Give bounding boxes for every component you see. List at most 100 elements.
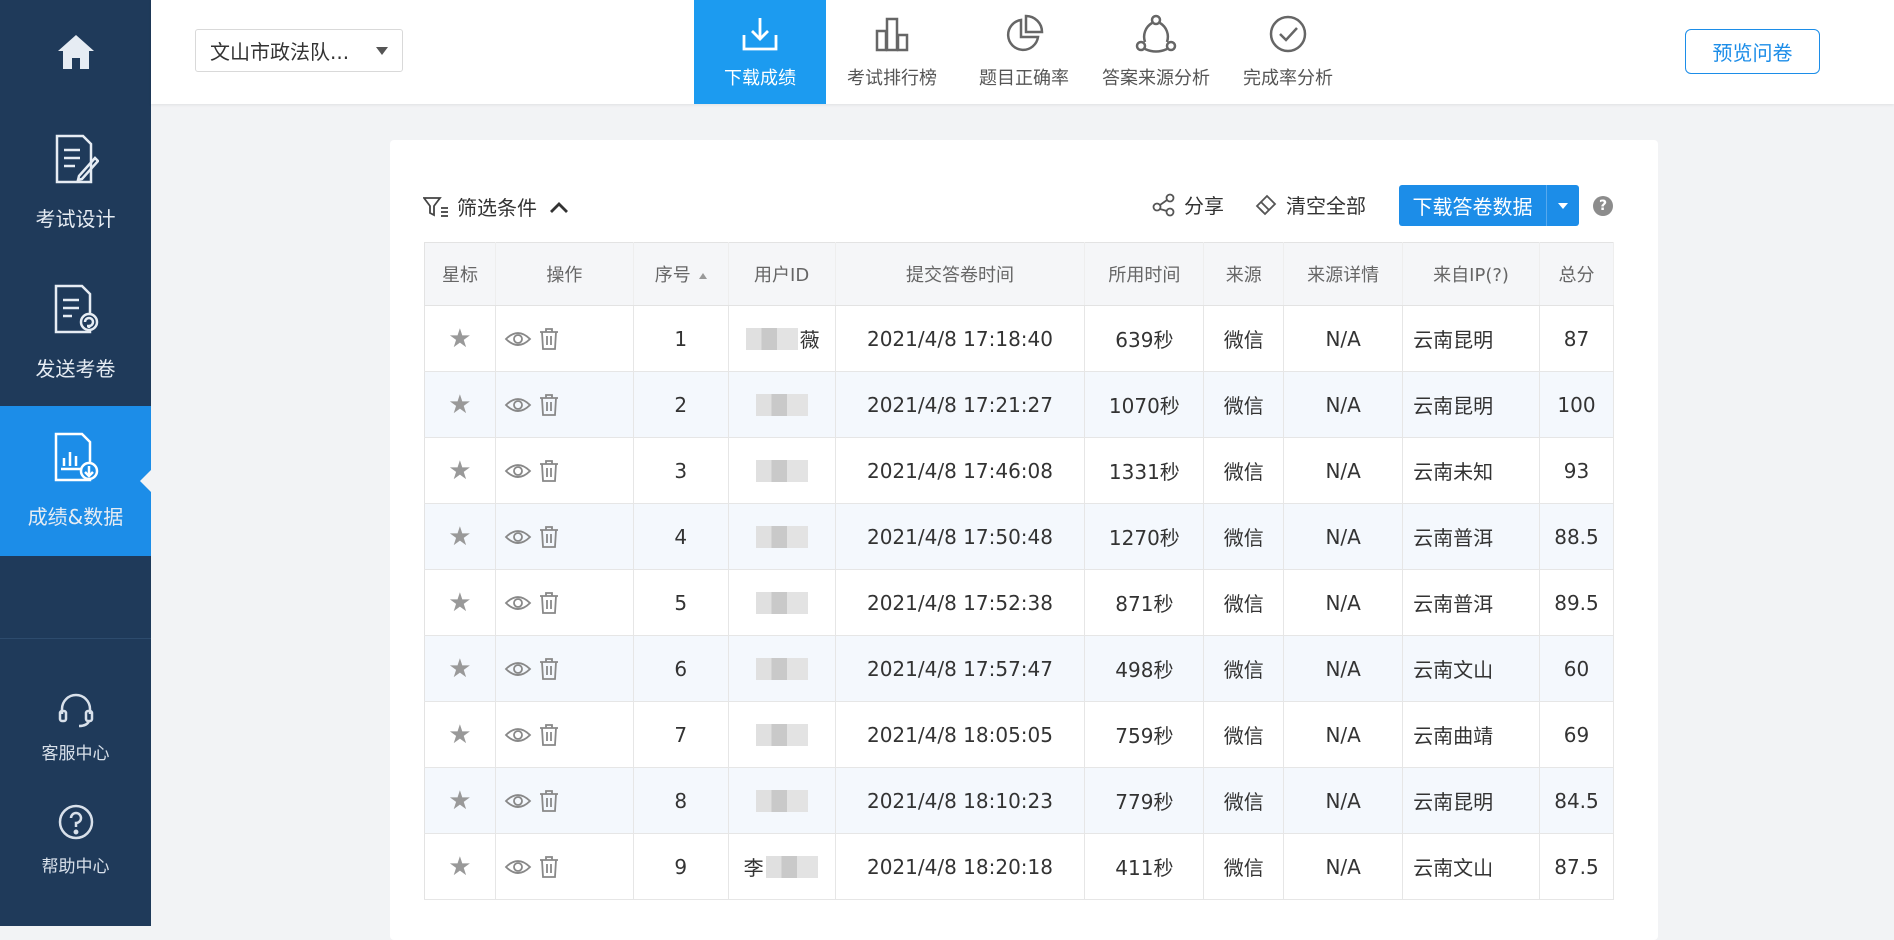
user-id-cell (728, 701, 836, 768)
view-eye-icon[interactable] (504, 329, 532, 349)
source-cell: 微信 (1203, 833, 1285, 900)
tab-download-scores[interactable]: 下载成绩 (694, 0, 826, 104)
star-cell: ★ (424, 701, 496, 768)
preview-questionnaire-button[interactable]: 预览问卷 (1685, 29, 1820, 74)
home-button[interactable] (0, 0, 151, 104)
download-icon (740, 14, 780, 54)
delete-trash-icon[interactable] (538, 657, 560, 681)
view-eye-icon[interactable] (504, 857, 532, 877)
tab-completion-rate-analysis[interactable]: 完成率分析 (1222, 0, 1354, 104)
download-answers-button[interactable]: 下载答卷数据 (1399, 185, 1546, 226)
total-score-cell: 84.5 (1539, 767, 1614, 834)
download-options-dropdown[interactable] (1546, 185, 1579, 226)
actions-cell (495, 701, 634, 768)
delete-trash-icon[interactable] (538, 327, 560, 351)
delete-trash-icon[interactable] (538, 855, 560, 879)
column-header-index[interactable]: 序号 (633, 242, 729, 306)
time-used-cell: 411秒 (1084, 833, 1205, 900)
sidebar-item-label: 考试设计 (35, 207, 116, 231)
delete-trash-icon[interactable] (538, 723, 560, 747)
total-score-cell: 69 (1539, 701, 1614, 768)
actions-cell (495, 305, 634, 372)
time-used-cell: 759秒 (1084, 701, 1205, 768)
sort-asc-icon (698, 273, 707, 279)
index-cell: 7 (633, 701, 729, 768)
source-detail-cell: N/A (1283, 437, 1404, 504)
pie-chart-icon (1004, 14, 1044, 54)
view-eye-icon[interactable] (504, 593, 532, 613)
sidebar-item-send-exam[interactable]: 发送考卷 (0, 258, 151, 408)
ip-location-cell: 云南未知 (1402, 437, 1540, 504)
filter-toggle[interactable]: 筛选条件 (423, 192, 569, 221)
star-icon[interactable]: ★ (448, 324, 471, 354)
star-icon[interactable]: ★ (448, 456, 471, 486)
time-used-cell: 1070秒 (1084, 371, 1205, 438)
tab-label: 答案来源分析 (1102, 68, 1210, 89)
view-eye-icon[interactable] (504, 527, 532, 547)
survey-name: 文山市政法队... (210, 40, 350, 64)
survey-select-dropdown[interactable]: 文山市政法队... (195, 29, 403, 72)
table-header-row: 星标 操作 序号 用户ID 提交答卷时间 所用时间 来源 来源详情 来自IP(?… (424, 242, 1614, 306)
submit-time-cell: 2021/4/8 17:50:48 (835, 503, 1086, 570)
view-eye-icon[interactable] (504, 395, 532, 415)
submit-time-cell: 2021/4/8 17:57:47 (835, 635, 1086, 702)
tab-label: 题目正确率 (979, 68, 1069, 89)
column-header-label: 序号 (654, 265, 691, 286)
home-icon (57, 35, 94, 69)
star-icon[interactable]: ★ (448, 852, 471, 882)
star-icon[interactable]: ★ (448, 654, 471, 684)
delete-trash-icon[interactable] (538, 789, 560, 813)
tab-exam-ranking[interactable]: 考试排行榜 (826, 0, 958, 104)
star-icon[interactable]: ★ (448, 720, 471, 750)
ip-location-cell: 云南普洱 (1402, 503, 1540, 570)
star-cell: ★ (424, 569, 496, 636)
star-cell: ★ (424, 305, 496, 372)
view-eye-icon[interactable] (504, 725, 532, 745)
ip-location-cell: 云南文山 (1402, 833, 1540, 900)
caret-down-icon (1558, 202, 1568, 209)
sidebar-item-help-center[interactable]: 帮助中心 (0, 792, 151, 887)
view-eye-icon[interactable] (504, 791, 532, 811)
headset-icon (57, 692, 95, 733)
delete-trash-icon[interactable] (538, 393, 560, 417)
star-icon[interactable]: ★ (448, 588, 471, 618)
table-row: ★ 4 2021/4/8 17:50:48 1270秒 微信 N/A 云南普洱 88.5 (424, 503, 1614, 570)
share-button[interactable]: 分享 (1152, 190, 1224, 219)
source-detail-cell: N/A (1283, 305, 1404, 372)
index-cell: 9 (633, 833, 729, 900)
view-eye-icon[interactable] (504, 461, 532, 481)
help-icon[interactable]: ? (1593, 196, 1613, 216)
star-icon[interactable]: ★ (448, 390, 471, 420)
source-detail-cell: N/A (1283, 569, 1404, 636)
bar-chart-icon (872, 14, 912, 54)
sidebar-item-scores-data[interactable]: 成绩&数据 (0, 406, 151, 556)
sidebar-item-customer-service[interactable]: 客服中心 (0, 680, 151, 775)
redacted-user-id (755, 723, 808, 746)
tab-answer-source-analysis[interactable]: 答案来源分析 (1090, 0, 1222, 104)
results-panel: 筛选条件 分享 清空全部 下载答卷数据 ? 星标 操作 序号 用户ID 提交答卷… (390, 140, 1658, 940)
delete-trash-icon[interactable] (538, 459, 560, 483)
source-cell: 微信 (1203, 635, 1285, 702)
star-cell: ★ (424, 767, 496, 834)
table-row: ★ 8 2021/4/8 18:10:23 779秒 微信 N/A 云南昆明 84.5 (424, 767, 1614, 834)
star-icon[interactable]: ★ (448, 522, 471, 552)
total-score-cell: 88.5 (1539, 503, 1614, 570)
star-icon[interactable]: ★ (448, 786, 471, 816)
eraser-icon (1254, 193, 1278, 217)
delete-trash-icon[interactable] (538, 525, 560, 549)
user-id-cell (728, 503, 836, 570)
tab-question-accuracy[interactable]: 题目正确率 (958, 0, 1090, 104)
actions-cell (495, 833, 634, 900)
share-label: 分享 (1184, 194, 1224, 218)
top-header: 文山市政法队... 下载成绩 考试排行榜 题目正确率 答案来源分析 完成率分析 … (151, 0, 1894, 104)
sidebar: 考试设计 发送考卷 成绩&数据 客服中心 帮助中心 (0, 0, 151, 926)
column-header-actions: 操作 (495, 242, 634, 306)
sidebar-item-exam-design[interactable]: 考试设计 (0, 108, 151, 258)
view-eye-icon[interactable] (504, 659, 532, 679)
time-used-cell: 639秒 (1084, 305, 1205, 372)
redacted-user-id (755, 657, 808, 680)
delete-trash-icon[interactable] (538, 591, 560, 615)
source-cell: 微信 (1203, 371, 1285, 438)
index-cell: 6 (633, 635, 729, 702)
clear-all-button[interactable]: 清空全部 (1254, 190, 1366, 219)
